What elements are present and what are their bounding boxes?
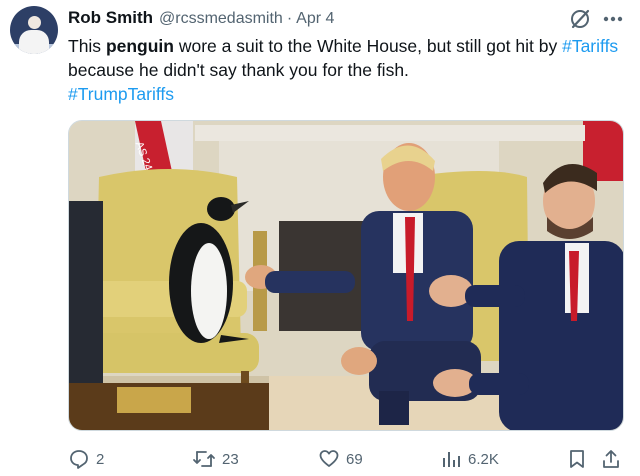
heart-icon — [319, 450, 339, 467]
tweet-text-part: This — [68, 36, 106, 56]
more-icon[interactable] — [600, 8, 626, 30]
tweet-text-bold: penguin — [105, 36, 174, 56]
tweet-header: Rob Smith @rcssmedasmith · Apr 4 — [68, 8, 334, 30]
author-handle[interactable]: @rcssmedasmith — [159, 10, 283, 28]
tweet-image[interactable]: AS 24 — [68, 120, 624, 431]
repost-count: 23 — [222, 450, 239, 468]
like-button[interactable]: 69 — [318, 446, 363, 472]
views-icon — [443, 452, 460, 467]
views-button[interactable]: 6.2K — [440, 446, 499, 472]
reply-icon — [70, 450, 88, 469]
header-separator: · — [286, 10, 293, 27]
like-count: 69 — [346, 450, 363, 468]
tweet-text-part: because he didn't say thank you for the … — [68, 60, 409, 80]
avatar[interactable] — [10, 6, 58, 54]
tweet-date[interactable]: Apr 4 — [296, 10, 334, 28]
bookmark-icon — [570, 450, 584, 468]
bookmark-button[interactable] — [566, 446, 588, 472]
repost-button[interactable]: 23 — [192, 446, 239, 472]
share-icon — [603, 450, 619, 468]
tweet-text: This penguin wore a suit to the White Ho… — [68, 34, 628, 106]
reply-button[interactable]: 2 — [68, 446, 104, 472]
grok-icon[interactable] — [568, 8, 592, 30]
hashtag-link[interactable]: #TrumpTariffs — [68, 84, 174, 104]
tweet-text-part: wore a suit to the White House, but stil… — [173, 36, 563, 56]
reply-count: 2 — [96, 450, 105, 468]
repost-icon — [193, 451, 215, 467]
author-name[interactable]: Rob Smith — [68, 8, 153, 28]
photo-illustration: AS 24 — [69, 121, 623, 430]
hashtag-link[interactable]: #Tariffs — [562, 36, 618, 56]
share-button[interactable] — [600, 446, 622, 472]
views-count: 6.2K — [468, 450, 499, 468]
tweet-actions: 2 23 69 6.2K — [68, 446, 628, 472]
